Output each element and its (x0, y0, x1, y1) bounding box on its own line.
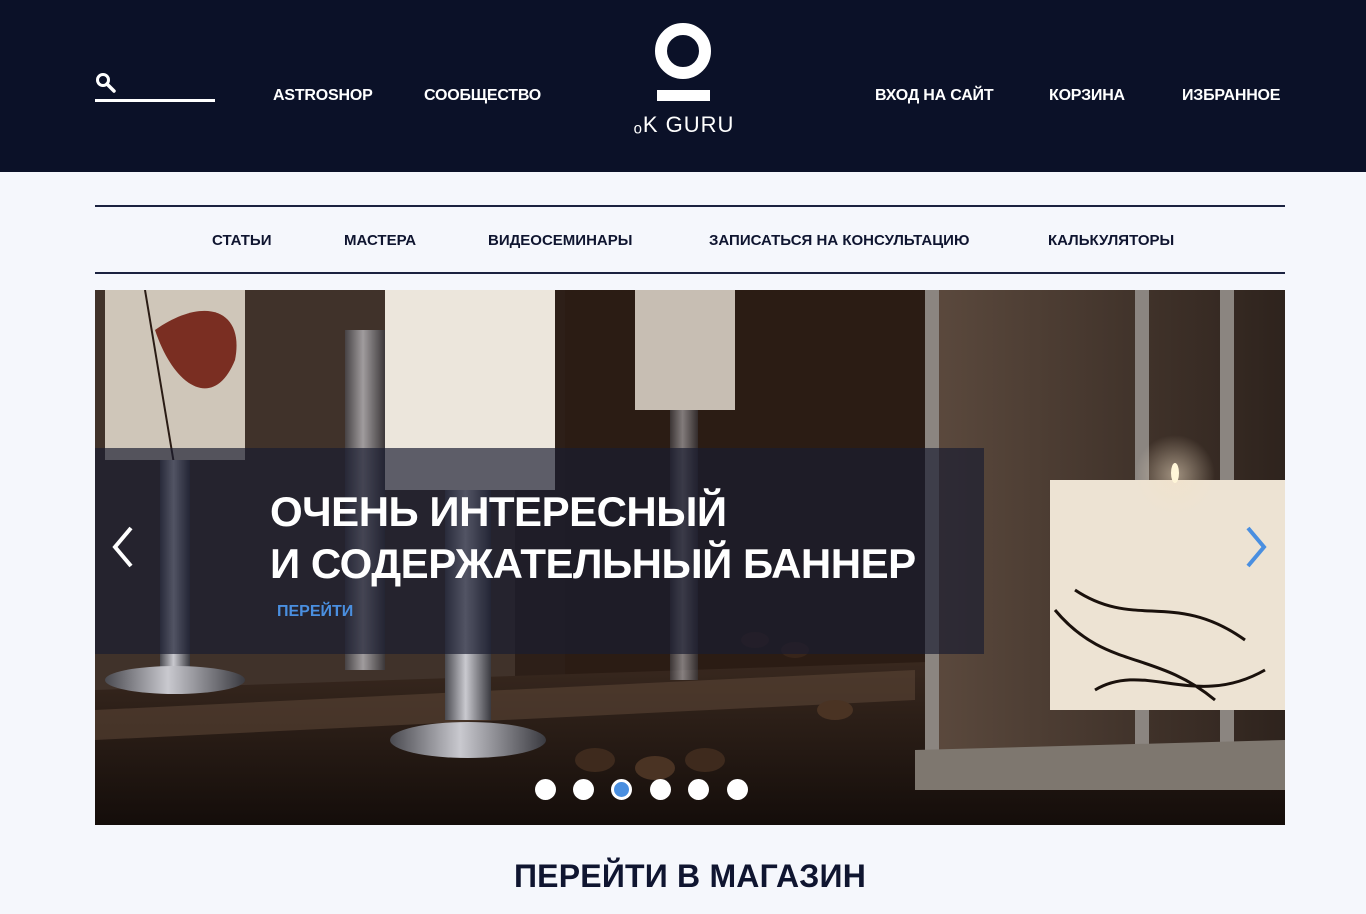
subnav-consultation[interactable]: ЗАПИСАТЬСЯ НА КОНСУЛЬТАЦИЮ (709, 232, 969, 249)
logo-text: ₒK GURU (633, 112, 735, 137)
subnav-webinars[interactable]: ВИДЕОСЕМИНАРЫ (488, 232, 632, 249)
search-input[interactable] (95, 72, 215, 102)
subnav-calculators[interactable]: КАЛЬКУЛЯТОРЫ (1048, 232, 1174, 249)
nav-login[interactable]: ВХОД НА САЙТ (875, 87, 994, 107)
slider-prev-button[interactable] (109, 522, 139, 572)
subnav-articles[interactable]: СТАТЬИ (212, 232, 272, 249)
subnav-masters[interactable]: МАСТЕРА (344, 232, 416, 249)
secondary-nav: СТАТЬИ МАСТЕРА ВИДЕОСЕМИНАРЫ ЗАПИСАТЬСЯ … (95, 205, 1285, 274)
nav-community[interactable]: СООБЩЕСТВО (424, 87, 541, 107)
logo[interactable]: ₒK GURU (612, 20, 756, 140)
chevron-left-icon (112, 526, 133, 568)
logo-mark (655, 23, 711, 101)
slider-dot[interactable] (573, 779, 594, 800)
slider-dot[interactable] (650, 779, 671, 800)
nav-cart[interactable]: КОРЗИНА (1049, 87, 1125, 107)
banner-go-link[interactable]: ПЕРЕЙТИ (277, 603, 353, 621)
hero-banner: ОЧЕНЬ ИНТЕРЕСНЫЙ И СОДЕРЖАТЕЛЬНЫЙ БАННЕР… (95, 290, 1285, 825)
slider-dot[interactable] (727, 779, 748, 800)
nav-favorites[interactable]: ИЗБРАННОЕ (1182, 87, 1280, 107)
slider-dot-active[interactable] (611, 779, 632, 800)
chevron-right-icon (1246, 526, 1267, 568)
site-header: ASTROSHOP СООБЩЕСТВО ₒK GURU ВХОД НА САЙ… (0, 0, 1366, 172)
search-icon[interactable] (95, 72, 117, 94)
shop-heading[interactable]: ПЕРЕЙТИ В МАГАЗИН (0, 858, 1366, 895)
slider-dot[interactable] (535, 779, 556, 800)
banner-title-line-1: ОЧЕНЬ ИНТЕРЕСНЫЙ (270, 488, 727, 535)
slider-next-button[interactable] (1240, 522, 1270, 572)
nav-astroshop[interactable]: ASTROSHOP (273, 87, 373, 107)
slider-dot[interactable] (688, 779, 709, 800)
banner-title: ОЧЕНЬ ИНТЕРЕСНЫЙ И СОДЕРЖАТЕЛЬНЫЙ БАННЕР (270, 486, 990, 590)
banner-title-line-2: И СОДЕРЖАТЕЛЬНЫЙ БАННЕР (270, 540, 916, 587)
slider-pagination (535, 779, 755, 801)
